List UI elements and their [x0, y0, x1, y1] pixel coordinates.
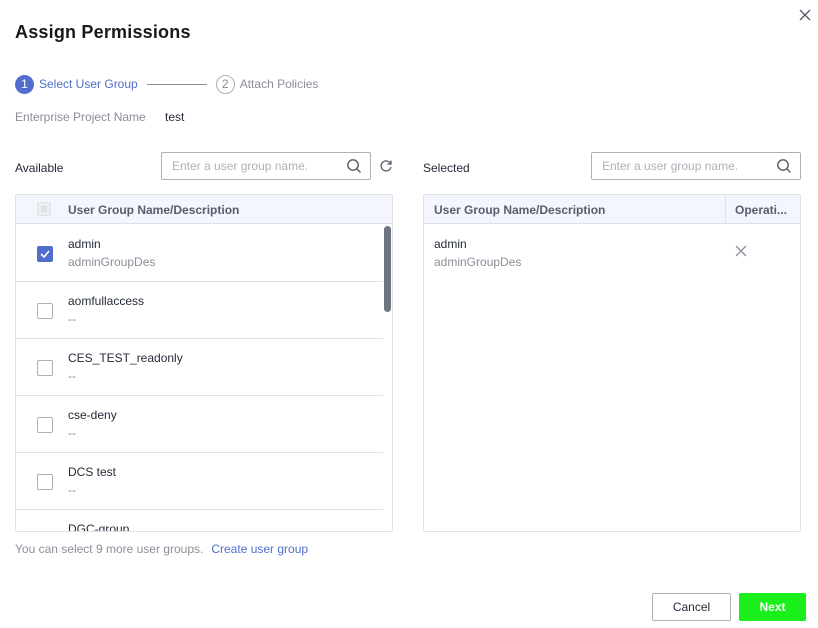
group-description: adminGroupDes: [68, 255, 156, 269]
group-name: aomfullaccess: [68, 294, 145, 308]
list-item[interactable]: DCS test --: [16, 453, 383, 510]
step-2-number: 2: [215, 74, 235, 94]
group-name: admin: [434, 237, 467, 251]
step-1-number: 1: [15, 74, 34, 94]
group-name: CES_TEST_readonly: [68, 351, 183, 365]
list-item[interactable]: DGC-group: [16, 510, 383, 532]
list-item[interactable]: CES_TEST_readonly --: [16, 339, 383, 396]
search-icon[interactable]: [776, 158, 792, 174]
available-table: User Group Name/Description admin adminG…: [15, 194, 393, 532]
refresh-icon[interactable]: [379, 159, 393, 173]
selected-name-column-header: User Group Name/Description: [434, 203, 606, 217]
available-label: Available: [15, 161, 64, 175]
selected-search-input[interactable]: [602, 153, 766, 179]
search-icon[interactable]: [346, 158, 362, 174]
row-checkbox[interactable]: [37, 531, 53, 532]
check-icon: [40, 250, 50, 259]
row-checkbox[interactable]: [37, 360, 53, 376]
available-search-input[interactable]: [172, 153, 336, 179]
scrollbar-thumb[interactable]: [384, 226, 391, 312]
group-name: DGC-group: [68, 522, 130, 532]
available-column-header: User Group Name/Description: [68, 203, 240, 217]
selected-label: Selected: [423, 161, 470, 175]
group-description: --: [68, 483, 76, 497]
step-indicator: 1 Select User Group 2 Attach Policies: [15, 74, 318, 94]
list-item[interactable]: cse-deny --: [16, 396, 383, 453]
column-divider: [725, 195, 726, 224]
dialog-title: Assign Permissions: [15, 22, 191, 42]
group-description: --: [68, 369, 76, 383]
row-checkbox[interactable]: [37, 303, 53, 319]
enterprise-project-label: Enterprise Project Name: [15, 110, 146, 124]
group-description: adminGroupDes: [434, 255, 522, 269]
next-button[interactable]: Next: [739, 593, 806, 621]
list-item[interactable]: admin adminGroupDes: [16, 225, 383, 282]
step-1-label: Select User Group: [39, 77, 138, 91]
available-table-header: User Group Name/Description: [16, 195, 392, 224]
available-search-box: [161, 152, 371, 180]
group-description: --: [68, 426, 76, 440]
remove-icon[interactable]: [735, 245, 747, 257]
selection-hint: You can select 9 more user groups. Create…: [15, 542, 308, 556]
select-all-checkbox[interactable]: [37, 202, 51, 216]
create-user-group-link[interactable]: Create user group: [211, 542, 308, 556]
list-item[interactable]: aomfullaccess --: [16, 282, 383, 339]
row-checkbox[interactable]: [37, 246, 53, 262]
row-checkbox[interactable]: [37, 474, 53, 490]
cancel-button[interactable]: Cancel: [652, 593, 731, 621]
step-connector: [146, 83, 207, 85]
row-checkbox[interactable]: [37, 417, 53, 433]
selected-search-box: [591, 152, 801, 180]
selection-hint-text: You can select 9 more user groups.: [15, 542, 204, 556]
group-name: DCS test: [68, 465, 117, 479]
operation-column-header: Operati...: [735, 203, 788, 217]
selected-table: User Group Name/Description Operati... a…: [423, 194, 801, 532]
step-2-label: Attach Policies: [239, 77, 319, 91]
enterprise-project-value: test: [165, 110, 185, 124]
selected-table-header: User Group Name/Description Operati...: [424, 195, 800, 224]
group-name: cse-deny: [68, 408, 117, 422]
group-name: admin: [68, 237, 101, 251]
close-icon[interactable]: [796, 6, 814, 24]
group-description: --: [68, 312, 76, 326]
